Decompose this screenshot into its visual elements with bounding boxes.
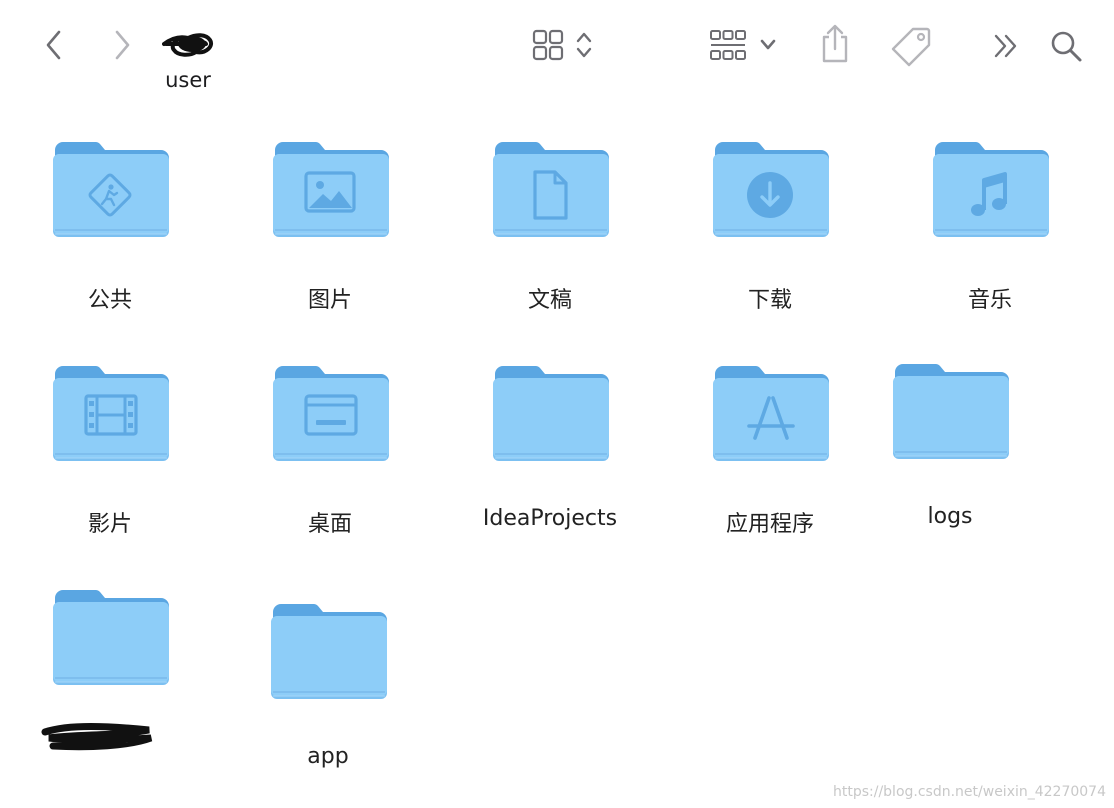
folder-graphic <box>273 365 389 461</box>
folder-label: 图片 <box>307 288 352 313</box>
folder-label: 桌面 <box>307 512 352 537</box>
folder-item[interactable]: 文稿 <box>475 140 625 313</box>
folder-item[interactable]: 桌面 <box>255 364 405 537</box>
apps-icon <box>711 364 831 472</box>
view-switcher-button[interactable] <box>528 26 598 64</box>
group-view-icon <box>710 30 746 60</box>
redaction-scribble <box>39 718 159 758</box>
chevron-right-icon <box>115 30 130 60</box>
folder-graphic <box>493 365 609 461</box>
folder-item[interactable]: 应用程序 <box>695 364 845 537</box>
folder-label: 文稿 <box>527 288 572 313</box>
group-button[interactable] <box>705 26 781 64</box>
redaction-scribble <box>162 33 213 57</box>
desktop-icon <box>271 364 391 472</box>
folder-item[interactable]: 公共 <box>35 140 185 313</box>
search-button[interactable] <box>1046 26 1086 66</box>
folder-item[interactable]: 音乐 <box>915 140 1065 313</box>
folder-graphic <box>893 363 1009 459</box>
chevron-left-icon <box>46 30 61 60</box>
document-icon <box>491 140 611 248</box>
folder-item[interactable]: 下载 <box>695 140 845 313</box>
folder-icon <box>491 364 611 472</box>
folder-item[interactable]: 影片 <box>35 364 185 537</box>
back-button[interactable] <box>36 26 70 64</box>
forward-button[interactable] <box>106 26 140 64</box>
folder-graphic <box>273 141 389 237</box>
folder-graphic <box>713 365 829 461</box>
folder-label: app <box>307 744 349 769</box>
window-title: user <box>150 28 226 98</box>
folder-graphic <box>53 141 169 237</box>
chevron-down-icon <box>760 39 776 50</box>
folder-item[interactable]: 图片 <box>255 140 405 313</box>
more-button[interactable] <box>986 26 1026 66</box>
search-icon <box>1051 31 1082 62</box>
folder-label: 应用程序 <box>725 512 814 537</box>
folder-label: 音乐 <box>967 288 1012 313</box>
folder-label: 下载 <box>747 288 792 313</box>
folder-item[interactable] <box>35 588 185 758</box>
folder-label: IdeaProjects <box>482 506 618 531</box>
share-button[interactable] <box>815 22 855 66</box>
tag-icon <box>891 27 931 67</box>
folder-icon <box>269 602 389 710</box>
folder-graphic <box>53 365 169 461</box>
folder-label: logs <box>927 504 973 529</box>
title-label: user <box>165 68 211 92</box>
toolbar: user <box>0 0 1114 100</box>
folder-graphic <box>493 141 609 237</box>
folder-icon <box>891 362 1011 470</box>
folder-graphic <box>271 603 387 699</box>
tag-button[interactable] <box>890 24 934 68</box>
folder-graphic <box>713 141 829 237</box>
chevron-up-down-icon <box>576 32 592 58</box>
music-icon <box>931 140 1051 248</box>
folder-label: 影片 <box>87 512 132 537</box>
folder-item[interactable]: logs <box>875 362 1025 532</box>
pictures-icon <box>271 140 391 248</box>
folder-graphic <box>53 589 169 685</box>
folder-item[interactable]: app <box>253 602 403 772</box>
download-icon <box>711 140 831 248</box>
public-icon <box>51 140 171 248</box>
folder-graphic <box>933 141 1049 237</box>
watermark: https://blog.csdn.net/weixin_42270074 <box>832 784 1106 800</box>
grid-view-icon <box>532 29 564 61</box>
movies-icon <box>51 364 171 472</box>
share-icon <box>822 24 848 63</box>
folder-icon <box>51 588 171 696</box>
folder-item[interactable]: IdeaProjects <box>475 364 625 534</box>
double-chevron-right-icon <box>994 34 1017 58</box>
folder-label: 公共 <box>87 288 132 313</box>
